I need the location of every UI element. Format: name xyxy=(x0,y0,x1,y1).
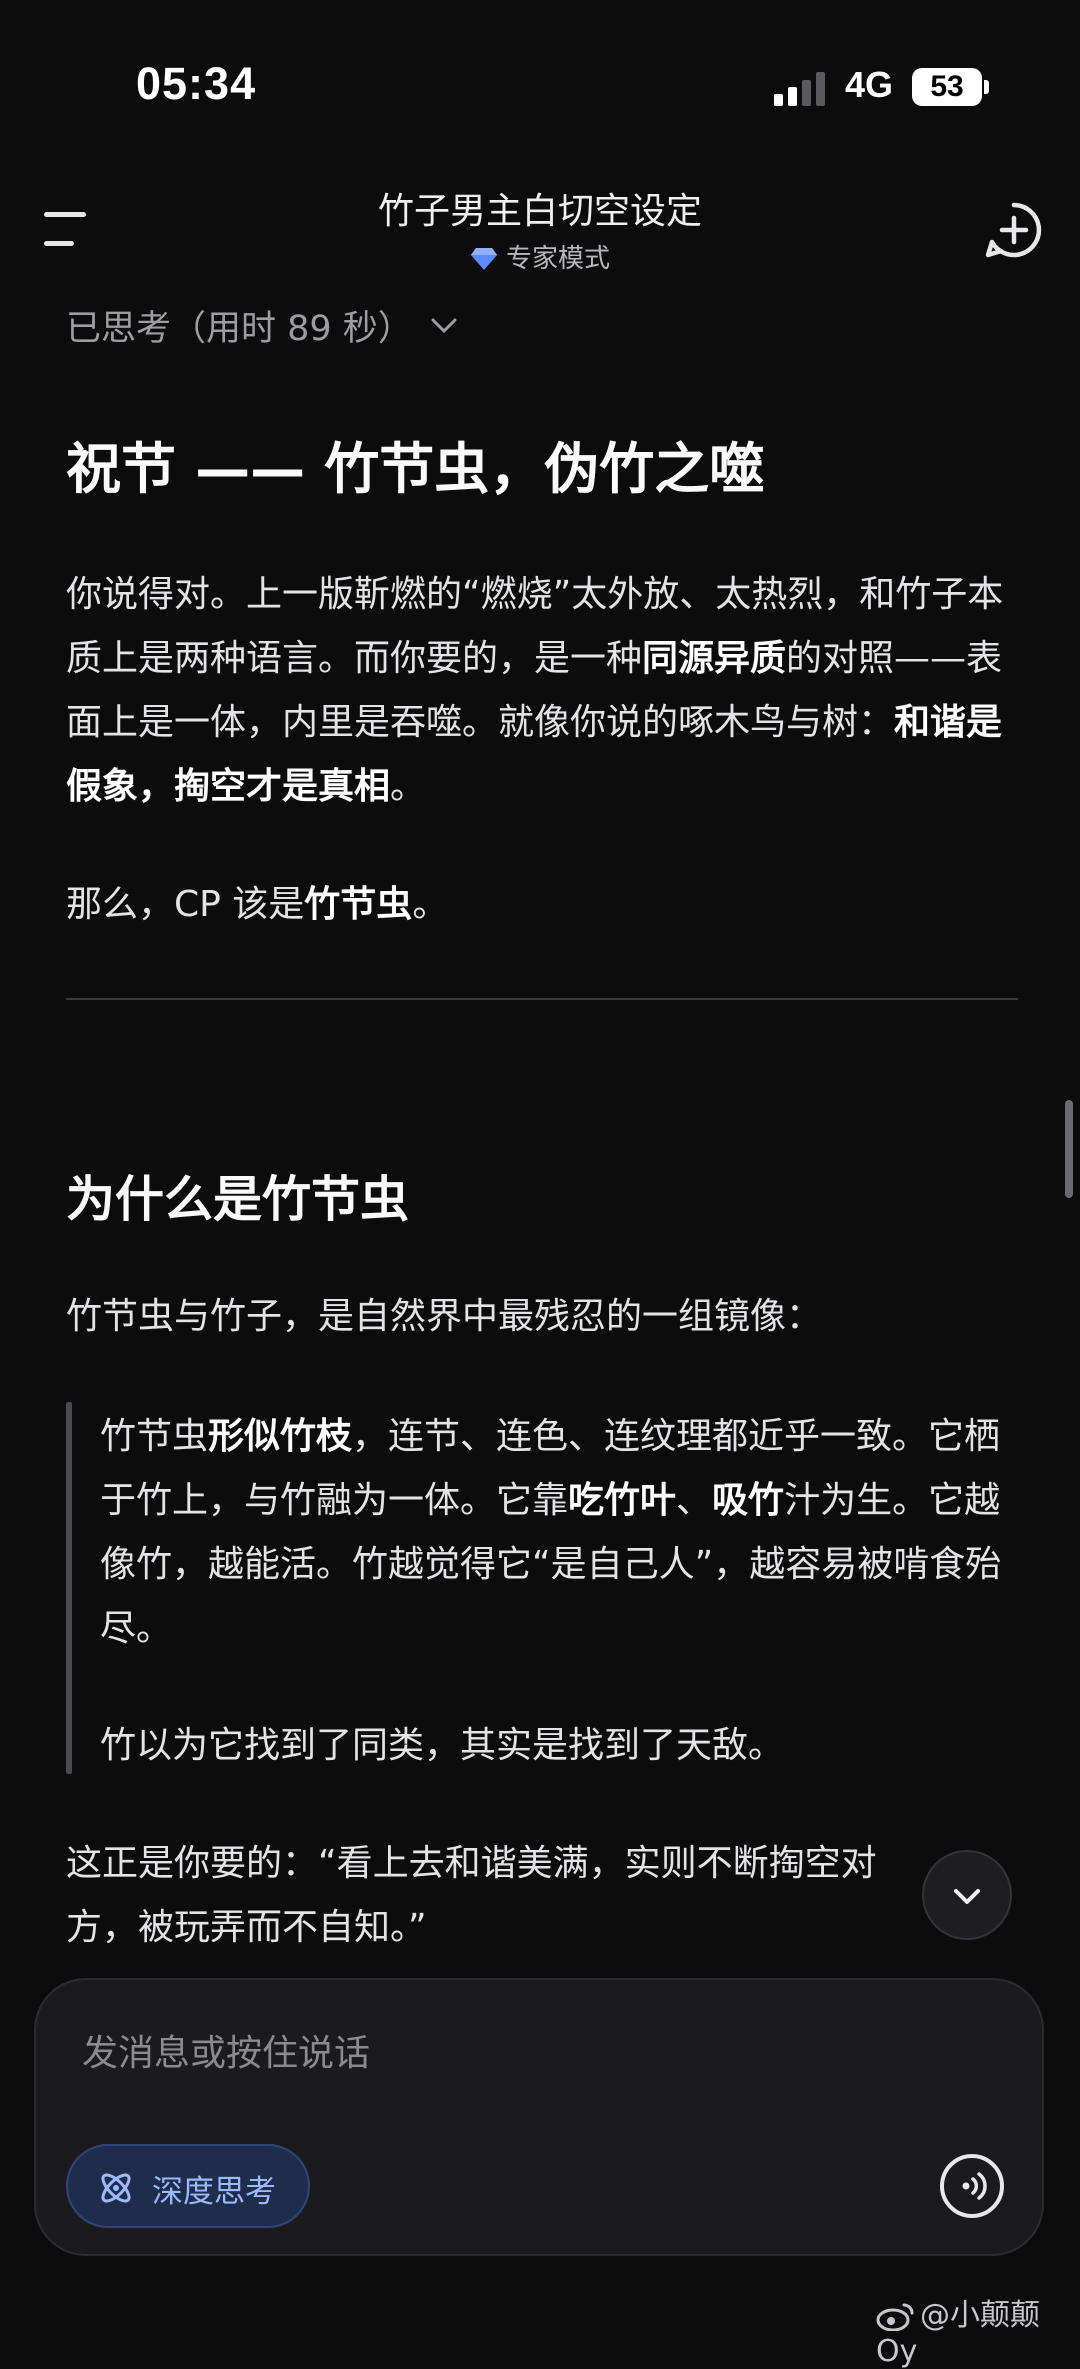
chevron-down-icon xyxy=(431,318,457,334)
battery-tip xyxy=(984,80,989,94)
network-type: 4G xyxy=(845,64,894,105)
paragraph-mirror: 竹节虫与竹子，是自然界中最残忍的一组镜像： xyxy=(66,1296,823,1337)
chat-title: 竹子男主白切空设定 xyxy=(377,191,702,232)
blockquote: 竹节虫形似竹枝，连节、连色、连纹理都近乎一致。它栖于竹上，与竹融为一体。它靠吃竹… xyxy=(100,1405,1018,1778)
paragraph-intro: 你说得对。上一版靳燃的“燃烧”太外放、太热烈，和竹子本质上是两种语言。而你要的，… xyxy=(66,574,1004,807)
thought-toggle[interactable]: 已思考（用时 89 秒） xyxy=(66,300,457,351)
paragraph-cp: 那么，CP 该是竹节虫。 xyxy=(66,884,449,925)
weibo-logo-icon xyxy=(876,2303,914,2332)
heading-1: 祝节 —— 竹节虫，伪竹之噬 xyxy=(66,437,765,501)
divider xyxy=(66,998,1018,1000)
chevron-down-icon xyxy=(954,1889,980,1904)
battery-icon: 53 xyxy=(912,68,982,106)
paragraph-outro: 这正是你要的：“看上去和谐美满，实则不断掏空对方，被玩弄而不自知。” xyxy=(66,1843,877,1948)
deep-think-label: 深度思考 xyxy=(152,2174,276,2210)
blockquote-bar xyxy=(66,1402,72,1774)
scroll-to-bottom-button[interactable] xyxy=(922,1850,1012,1940)
watermark: @小颠颠Oy xyxy=(876,2290,1080,2369)
voice-icon xyxy=(962,2172,987,2200)
new-chat-icon[interactable] xyxy=(984,200,1044,260)
thought-label: 已思考（用时 89 秒） xyxy=(66,309,413,349)
status-time: 05:34 xyxy=(136,58,257,109)
gem-icon xyxy=(470,248,497,270)
section-heading-1: 祝节 —— 竹节虫，伪竹之噬 xyxy=(66,424,1018,504)
mode-label: 专家模式 xyxy=(505,244,610,274)
section-heading-2: 为什么是竹节虫 xyxy=(66,1160,1018,1231)
message-input[interactable]: 发消息或按住说话 xyxy=(82,2024,370,2076)
blockquote-line-2: 竹以为它找到了同类，其实是找到了天敌。 xyxy=(100,1725,785,1766)
voice-input-button[interactable] xyxy=(940,2154,1004,2218)
heading-2: 为什么是竹节虫 xyxy=(66,1171,410,1228)
atom-icon xyxy=(101,2173,131,2203)
battery-level: 53 xyxy=(930,70,964,103)
cellular-signal-icon xyxy=(774,72,825,106)
deep-think-button[interactable]: 深度思考 xyxy=(66,2144,310,2228)
mode-badge[interactable]: 专家模式 xyxy=(0,238,1080,275)
scrollbar[interactable] xyxy=(1065,1100,1073,1198)
